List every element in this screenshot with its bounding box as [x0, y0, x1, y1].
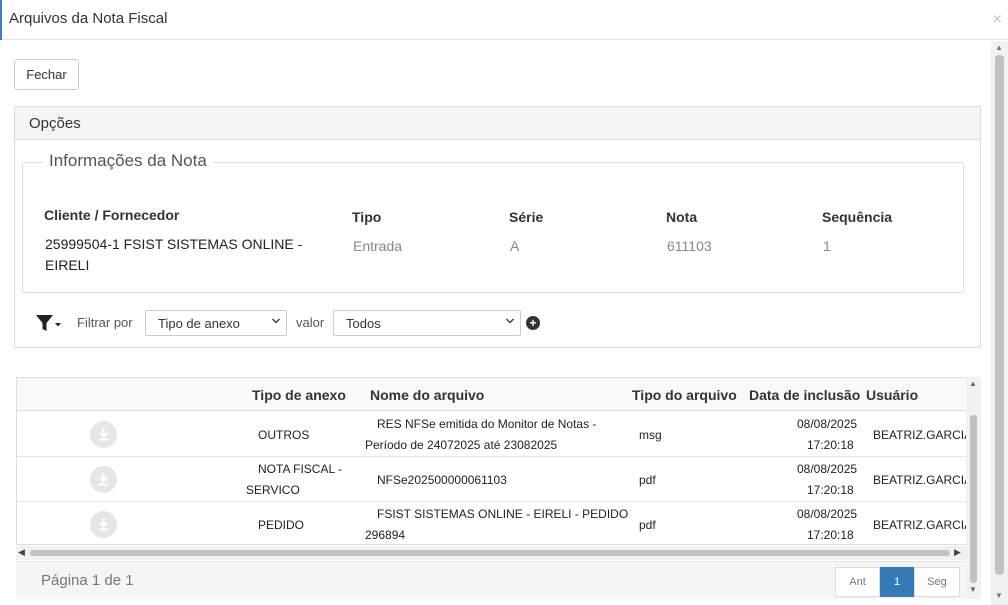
page-indicator: Página 1 de 1 [41, 572, 134, 589]
scroll-right-icon[interactable]: ▶ [954, 547, 961, 558]
plus-circle-icon[interactable]: + [526, 316, 540, 330]
series-header: Série [509, 209, 544, 225]
cell-file-name: NFSe202500000061103 [377, 473, 507, 487]
download-icon[interactable] [90, 511, 117, 538]
page-scrollbar-thumb[interactable] [995, 55, 1004, 575]
cell-file-type: pdf [639, 518, 656, 532]
pagination-bar: Página 1 de 1 Ant 1 Seg [16, 561, 966, 599]
filter-value-value: Todos [346, 316, 381, 331]
files-grid: Tipo de anexo Nome do arquivo Tipo do ar… [16, 377, 966, 545]
cell-attachment-type-line2: SERVICO [246, 483, 300, 497]
col-file-name[interactable]: Nome do arquivo [370, 387, 484, 403]
cell-time: 17:20:18 [807, 483, 854, 497]
col-attachment-type[interactable]: Tipo de anexo [252, 387, 346, 403]
grid-vertical-scrollbar-thumb[interactable] [970, 415, 977, 583]
chevron-down-icon [506, 318, 514, 324]
cell-date: 08/08/2025 [797, 507, 858, 521]
filter-dropdown-icon[interactable] [35, 312, 63, 334]
client-header: Cliente / Fornecedor [44, 207, 180, 223]
cell-file-name-line1: RES NFSe emitida do Monitor de Notas - [377, 417, 597, 431]
grid-horizontal-scrollbar-thumb[interactable] [30, 550, 950, 556]
modal-header: Arquivos da Nota Fiscal × [0, 0, 1008, 40]
close-icon[interactable]: × [993, 12, 1002, 28]
grid-vertical-scrollbar[interactable]: ▲ ▼ [966, 377, 981, 599]
client-value: 25999504-1 FSIST SISTEMAS ONLINE - EIREL… [45, 236, 303, 273]
cell-user: BEATRIZ.GARCIA [873, 428, 966, 442]
scroll-down-icon[interactable]: ▼ [969, 585, 977, 594]
note-number-value: 611103 [667, 238, 712, 254]
scroll-up-icon[interactable]: ▲ [995, 43, 1003, 52]
cell-file-name-line2: Período de 24072025 até 23082025 [365, 438, 558, 452]
col-user[interactable]: Usuário [866, 387, 918, 403]
series-value: A [510, 238, 520, 254]
cell-time: 17:20:18 [807, 438, 854, 452]
note-info-legend: Informações da Nota [43, 151, 213, 171]
table-row[interactable]: OUTROS RES NFSe emitida do Monitor de No… [17, 412, 966, 457]
filter-row: Filtrar por Tipo de anexo valor Todos + [15, 306, 982, 342]
cell-date: 08/08/2025 [797, 417, 858, 431]
note-number-header: Nota [666, 209, 698, 225]
page-1-button[interactable]: 1 [880, 567, 914, 597]
options-panel: Opções Informações da Nota Cliente / For… [14, 106, 981, 348]
cell-attachment-type: OUTROS [258, 428, 310, 442]
grid-horizontal-scrollbar[interactable]: ◀ ▶ [16, 546, 966, 560]
sequence-value: 1 [823, 238, 831, 254]
cell-attachment-type-line1: NOTA FISCAL - [258, 462, 343, 476]
table-row[interactable]: NOTA FISCAL - SERVICO NFSe20250000006110… [17, 457, 966, 502]
cell-time: 17:20:18 [807, 528, 854, 542]
value-label: valor [296, 315, 325, 330]
close-button[interactable]: Fechar [14, 59, 79, 90]
page-scrollbar[interactable]: ▲ ▼ [991, 41, 1008, 605]
col-inclusion-date[interactable]: Data de inclusão [749, 387, 860, 403]
filter-field-value: Tipo de anexo [158, 316, 240, 331]
prev-page-button[interactable]: Ant [835, 567, 880, 597]
sequence-header: Sequência [822, 209, 893, 225]
scroll-up-icon[interactable]: ▲ [969, 379, 977, 388]
table-row[interactable]: PEDIDO FSIST SISTEMAS ONLINE - EIRELI - … [17, 502, 966, 544]
chevron-down-icon [272, 318, 280, 324]
options-panel-title: Opções [15, 107, 980, 140]
window-edge [0, 0, 2, 40]
cell-file-name-line1: FSIST SISTEMAS ONLINE - EIRELI - PEDIDO [377, 507, 629, 521]
cell-attachment-type: PEDIDO [258, 518, 305, 532]
col-file-type[interactable]: Tipo do arquivo [632, 387, 737, 403]
grid-header: Tipo de anexo Nome do arquivo Tipo do ar… [17, 378, 966, 411]
modal-title: Arquivos da Nota Fiscal [9, 10, 168, 27]
cell-file-name-line2: 296894 [365, 528, 406, 542]
cell-file-type: pdf [639, 473, 656, 487]
cell-file-type: msg [639, 428, 662, 442]
cell-date: 08/08/2025 [797, 462, 858, 476]
type-header: Tipo [352, 209, 382, 225]
next-page-button[interactable]: Seg [914, 567, 960, 597]
scroll-left-icon[interactable]: ◀ [18, 547, 25, 558]
filter-by-label: Filtrar por [77, 315, 133, 330]
scroll-down-icon[interactable]: ▼ [995, 591, 1003, 600]
cell-user: BEATRIZ.GARCIA [873, 518, 966, 532]
type-value: Entrada [353, 238, 403, 254]
filter-field-select[interactable]: Tipo de anexo [145, 310, 287, 336]
download-icon[interactable] [90, 466, 117, 493]
filter-value-select[interactable]: Todos [333, 310, 521, 336]
cell-user: BEATRIZ.GARCIA [873, 473, 966, 487]
download-icon[interactable] [90, 421, 117, 448]
